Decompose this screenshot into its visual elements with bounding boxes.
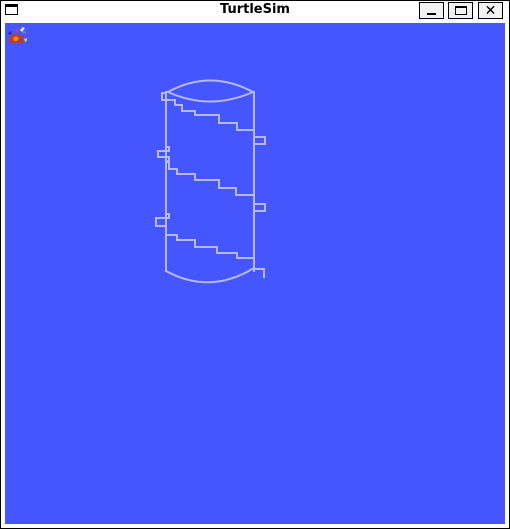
helix-stair-3 [165, 234, 255, 259]
window-menu-icon[interactable] [5, 4, 18, 15]
minimize-button[interactable] [419, 2, 444, 19]
cylinder-bottom-arc [164, 266, 256, 284]
turtle-icon[interactable] [5, 23, 29, 45]
bottom-right-tail [253, 268, 265, 278]
minimize-icon [427, 13, 436, 15]
turtlesim-window: TurtleSim ✕ [0, 0, 510, 529]
helix-stair-2 [165, 161, 255, 196]
turtle-drawing [155, 79, 266, 284]
title-bar[interactable]: TurtleSim ✕ [1, 1, 509, 20]
turtle-canvas[interactable] [5, 23, 505, 524]
close-button[interactable]: ✕ [478, 2, 503, 19]
maximize-icon [454, 6, 467, 15]
right-connector-1 [253, 136, 266, 145]
right-connector-2 [253, 203, 266, 212]
close-icon: ✕ [484, 2, 497, 19]
left-connector-1 [157, 146, 170, 162]
helix-stair-1 [167, 99, 255, 131]
left-connector-2 [155, 213, 170, 236]
cylinder-top-arc-lower [166, 90, 255, 103]
cylinder-top-arc-upper [166, 79, 255, 94]
maximize-button[interactable] [448, 2, 473, 19]
